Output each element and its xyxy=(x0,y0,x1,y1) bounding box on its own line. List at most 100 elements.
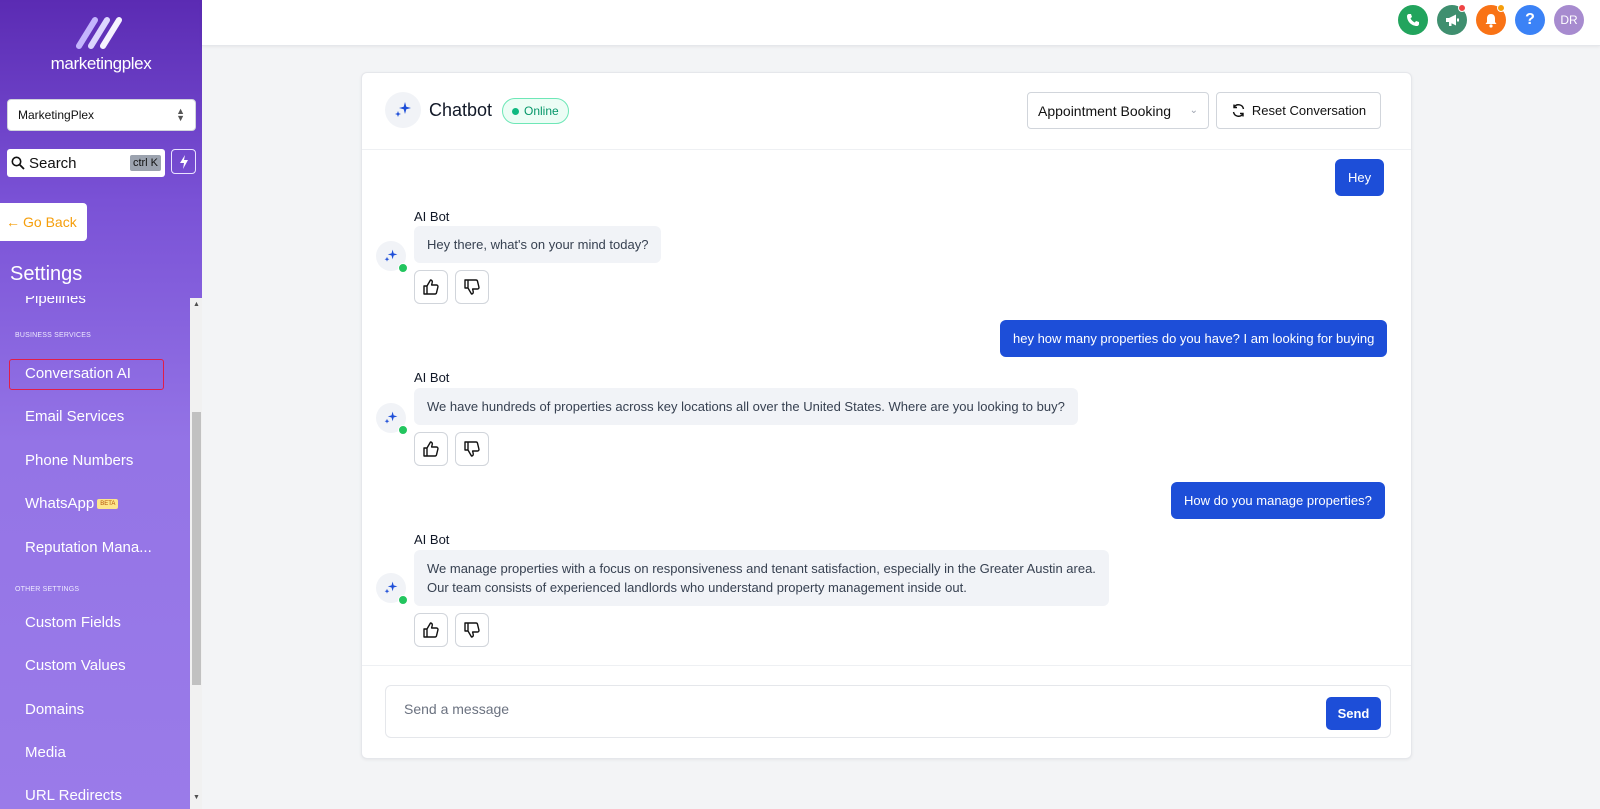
notification-dot xyxy=(1458,4,1466,12)
go-back-button[interactable]: ← Go Back xyxy=(0,203,87,241)
thumbs-down-icon xyxy=(464,279,480,295)
sidebar-item-custom-values[interactable]: Custom Values xyxy=(25,657,126,674)
sidebar-item-domains[interactable]: Domains xyxy=(25,701,84,718)
notifications-button[interactable] xyxy=(1476,4,1506,35)
bot-message: Hey there, what's on your mind today? xyxy=(414,226,662,263)
user-avatar[interactable]: DR xyxy=(1554,5,1584,35)
composer-divider xyxy=(362,665,1411,666)
go-back-label: Go Back xyxy=(23,214,77,230)
online-dot-icon xyxy=(512,107,519,115)
thumbs-down-button[interactable] xyxy=(455,270,489,304)
announcements-button[interactable] xyxy=(1437,4,1467,35)
scroll-up-icon[interactable]: ▲ xyxy=(193,301,200,308)
send-button[interactable]: Send xyxy=(1326,697,1381,730)
chatbot-avatar xyxy=(385,92,421,128)
topbar: ? DR xyxy=(202,0,1600,46)
help-icon: ? xyxy=(1525,11,1535,28)
flow-select[interactable]: Appointment Booking ⌄ xyxy=(1027,92,1209,129)
user-message: How do you manage properties? xyxy=(1171,482,1385,519)
chevron-down-icon: ⌄ xyxy=(1189,105,1198,116)
bot-message: We have hundreds of properties across ke… xyxy=(414,388,1078,425)
reset-conversation-button[interactable]: Reset Conversation xyxy=(1216,92,1381,129)
bot-avatar xyxy=(376,241,408,273)
sidebar-item-email-services[interactable]: Email Services xyxy=(25,408,124,425)
logo-mark-icon xyxy=(76,17,122,49)
sidebar-item-conversation-ai[interactable]: Conversation AI xyxy=(25,365,131,382)
bot-avatar xyxy=(376,573,408,605)
chat-header: Chatbot Online Appointment Booking ⌄ Res… xyxy=(362,73,1411,150)
bot-message-text: Hey there, what's on your mind today? xyxy=(427,237,649,252)
sidebar: marketingplex MarketingPlex ▲▼ ctrl K ← … xyxy=(0,0,202,809)
sparkles-icon xyxy=(384,249,398,262)
sidebar-item-phone-numbers[interactable]: Phone Numbers xyxy=(25,452,133,469)
thumbs-down-button[interactable] xyxy=(455,432,489,466)
chatbot-card: Chatbot Online Appointment Booking ⌄ Res… xyxy=(361,72,1412,759)
bot-name: AI Bot xyxy=(414,209,450,224)
online-dot-icon xyxy=(398,425,408,435)
bell-icon xyxy=(1485,13,1497,28)
bot-avatar xyxy=(376,403,408,435)
notification-dot xyxy=(1497,4,1505,12)
user-message: hey how many properties do you have? I a… xyxy=(1000,320,1388,357)
account-select-value: MarketingPlex xyxy=(18,108,95,122)
sparkles-icon xyxy=(384,581,398,594)
sidebar-item-custom-fields[interactable]: Custom Fields xyxy=(25,614,121,631)
brand-logo[interactable]: marketingplex xyxy=(0,14,202,74)
sidebar-item-whatsapp[interactable]: WhatsApp BETA xyxy=(25,495,119,512)
account-select[interactable]: MarketingPlex ▲ ▼ xyxy=(7,99,196,131)
sidebar-scrollbar-thumb[interactable] xyxy=(192,412,201,685)
bot-message-line-2: Our team consists of experienced landlor… xyxy=(427,580,967,595)
reset-label: Reset Conversation xyxy=(1251,103,1367,118)
section-other-settings: OTHER SETTINGS xyxy=(15,586,80,593)
sort-chevron-icon: ▲ ▼ xyxy=(176,106,185,123)
bot-message-text: We have hundreds of properties across ke… xyxy=(427,399,1065,414)
search-input[interactable] xyxy=(29,154,119,172)
thumbs-up-button[interactable] xyxy=(414,613,448,647)
phone-button[interactable] xyxy=(1398,5,1428,35)
refresh-icon xyxy=(1232,104,1245,117)
bot-name: AI Bot xyxy=(414,532,450,547)
flow-select-value: Appointment Booking xyxy=(1038,102,1172,119)
bot-message: We manage properties with a focus on res… xyxy=(414,550,1109,606)
message-input[interactable] xyxy=(404,701,1284,717)
scroll-down-icon[interactable]: ▼ xyxy=(193,794,200,801)
message-composer: Send xyxy=(385,685,1391,738)
search-box[interactable]: ctrl K xyxy=(7,149,165,177)
sidebar-item-media[interactable]: Media xyxy=(25,744,66,761)
sidebar-item-pipelines[interactable]: Pipelines xyxy=(25,296,86,307)
brand-name: marketingplex xyxy=(50,54,152,73)
bot-name: AI Bot xyxy=(414,370,450,385)
thumbs-up-button[interactable] xyxy=(414,432,448,466)
megaphone-icon xyxy=(1445,14,1459,26)
thumbs-down-icon xyxy=(464,441,480,457)
phone-icon xyxy=(1407,14,1419,26)
thumbs-up-icon xyxy=(423,441,439,457)
beta-badge: BETA xyxy=(97,499,119,510)
quick-action-button[interactable] xyxy=(171,149,196,174)
bot-message-line-1: We manage properties with a focus on res… xyxy=(427,561,1096,576)
settings-title: Settings xyxy=(10,263,83,285)
search-shortcut: ctrl K xyxy=(129,155,161,171)
chat-title: Chatbot xyxy=(429,100,493,120)
bolt-icon xyxy=(179,154,188,169)
online-dot-icon xyxy=(398,595,408,605)
settings-nav: Pipelines BUSINESS SERVICES Conversation… xyxy=(0,296,190,809)
thumbs-up-button[interactable] xyxy=(414,270,448,304)
search-icon xyxy=(11,156,25,170)
section-business-services: BUSINESS SERVICES xyxy=(15,332,92,339)
thumbs-up-icon xyxy=(423,279,439,295)
online-dot-icon xyxy=(398,263,408,273)
sparkles-icon xyxy=(384,411,398,424)
arrow-left-icon: ← xyxy=(6,214,20,230)
whatsapp-label: WhatsApp xyxy=(25,495,95,512)
help-button[interactable]: ? xyxy=(1515,5,1545,35)
thumbs-up-icon xyxy=(423,622,439,638)
sparkles-icon xyxy=(395,102,411,117)
sidebar-item-url-redirects[interactable]: URL Redirects xyxy=(25,787,122,804)
status-label: Online xyxy=(524,104,559,118)
thumbs-down-icon xyxy=(464,622,480,638)
sidebar-item-reputation[interactable]: Reputation Mana... xyxy=(25,539,152,556)
thumbs-down-button[interactable] xyxy=(455,613,489,647)
user-message: Hey xyxy=(1335,159,1385,196)
status-badge: Online xyxy=(502,98,569,124)
